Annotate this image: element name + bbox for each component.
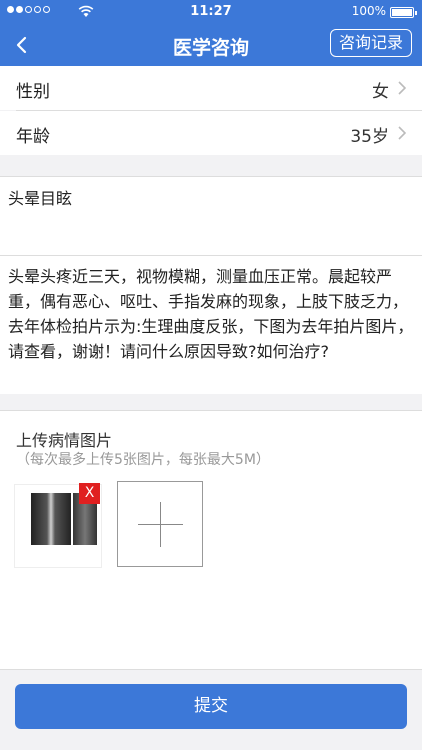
gender-label: 性别 [16,82,50,102]
upload-hint: （每次最多上传5张图片，每张最大5M） [16,452,270,468]
gender-value: 女 [372,82,389,102]
age-value: 35岁 [350,127,389,147]
description-input[interactable]: 头晕头疼近三天，视物模糊，测量血压正常。晨起较严重，偶有恶心、呕吐、手指发麻的现… [0,256,422,394]
battery-percent: 100% [351,4,386,18]
status-bar: 11:27 100% [0,0,422,24]
xray-image [31,493,71,545]
upload-title: 上传病情图片 [16,431,113,450]
gender-row[interactable]: 性别 女 [0,66,422,110]
consultation-records-button[interactable]: 咨询记录 [329,29,412,57]
chevron-right-icon [398,81,406,95]
subject-input[interactable]: 头晕目眩 [0,176,422,256]
age-label: 年龄 [16,127,50,147]
submit-button[interactable]: 提交 [15,684,407,729]
add-photo-button[interactable] [117,481,203,567]
age-row[interactable]: 年龄 35岁 [0,111,422,155]
battery-icon [390,7,417,18]
upload-panel: 上传病情图片 （每次最多上传5张图片，每张最大5M） [0,410,422,670]
nav-bar: 医学咨询 咨询记录 [0,24,422,66]
delete-image-button[interactable]: X [79,483,100,504]
chevron-right-icon [398,126,406,140]
